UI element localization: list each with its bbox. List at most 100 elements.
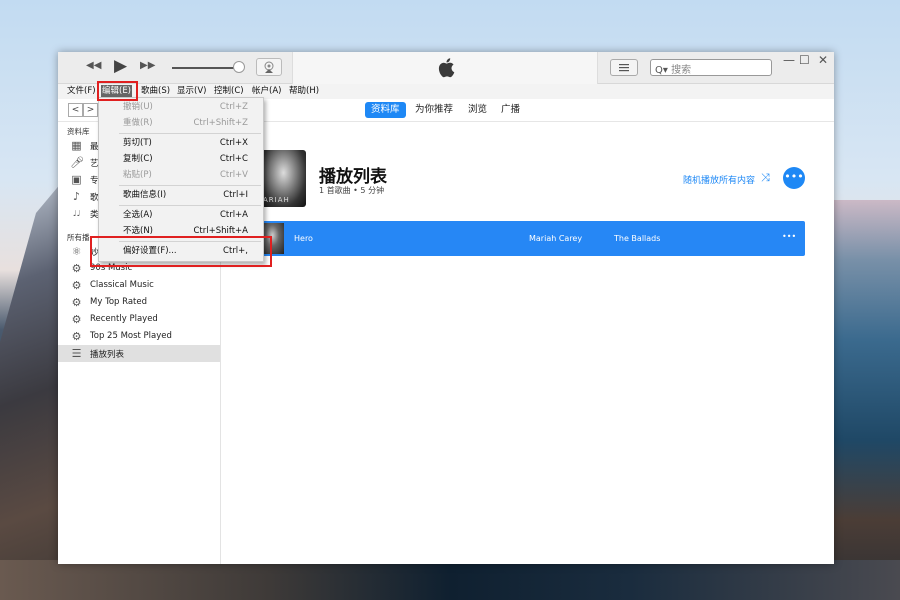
fast-forward-icon: ▶▶ [140, 60, 156, 71]
menu-item-shortcut: Ctrl+V [219, 170, 248, 180]
menu-item-label: 重做(R) [123, 118, 153, 128]
gear-icon: ⚙ [71, 313, 82, 326]
menu-item-label: 复制(C) [123, 154, 153, 164]
forward-button[interactable]: > [83, 103, 98, 117]
play-icon: ▶ [114, 56, 128, 76]
playlist-title: 播放列表 [319, 167, 387, 187]
playlist-view: ARIAH 播放列表 1 首歌曲 • 5 分钟 随机播放所有内容 ⤨ ••• H… [221, 122, 834, 564]
more-icon: ••• [784, 170, 804, 183]
genre-icon: ♩♩ [72, 209, 81, 218]
playlist-artwork: ARIAH [261, 150, 306, 207]
tab-browse[interactable]: 浏览 [462, 102, 493, 118]
menu-separator [119, 205, 261, 206]
song-more-button[interactable]: ••• [782, 232, 796, 241]
gear-icon: ⚙ [71, 330, 82, 343]
airplay-icon [264, 61, 274, 73]
song-artist: Mariah Carey [529, 234, 583, 243]
playlist-meta: 1 首歌曲 • 5 分钟 [319, 186, 385, 195]
gear-icon: ⚙ [71, 296, 82, 309]
sidebar-item-label: My Top Rated [90, 297, 147, 307]
sidebar-item-playlist[interactable]: ☰ 播放列表 [58, 345, 220, 362]
sidebar-item-label: Classical Music [90, 280, 154, 290]
menu-separator [119, 133, 261, 134]
menu-item-undo[interactable]: 撤销(U) Ctrl+Z [100, 99, 262, 115]
minimize-button[interactable]: — [783, 53, 795, 67]
menu-item-shortcut: Ctrl+Shift+Z [193, 118, 248, 128]
itunes-window: ◀◀ ▶ ▶▶ Q▾ 搜索 — ☐ ✕ 文件(F) 编辑(E) 歌曲(S) 显示… [58, 52, 834, 564]
menu-file[interactable]: 文件(F) [66, 85, 97, 98]
menu-item-label: 剪切(T) [123, 138, 152, 148]
menu-item-paste[interactable]: 粘贴(P) Ctrl+V [100, 167, 262, 183]
sidebar-item-label: 90s Music [90, 263, 133, 273]
menu-item-shortcut: Ctrl+C [219, 154, 248, 164]
menu-item-preferences[interactable]: 偏好设置(F)... Ctrl+, [100, 243, 262, 259]
maximize-button[interactable]: ☐ [799, 53, 810, 67]
shuffle-icon[interactable]: ⤨ [761, 171, 770, 185]
tab-radio[interactable]: 广播 [495, 102, 526, 118]
menu-item-label: 撤销(U) [123, 102, 153, 112]
menu-item-select-all[interactable]: 全选(A) Ctrl+A [100, 207, 262, 223]
next-track-button[interactable]: ▶▶ [140, 60, 155, 71]
playlist-icon: ☰ [71, 347, 82, 360]
menu-item-shortcut: Ctrl+Shift+A [193, 226, 248, 236]
sidebar-item-label: 播放列表 [90, 350, 125, 360]
previous-track-button[interactable]: ◀◀ [86, 60, 101, 71]
sidebar-item-recently-played[interactable]: ⚙ Recently Played [58, 311, 220, 328]
back-button[interactable]: < [68, 103, 83, 117]
sidebar-item-top-25-most-played[interactable]: ⚙ Top 25 Most Played [58, 328, 220, 345]
playlists-heading: 所有播 [67, 233, 90, 242]
sidebar-item-classical-music[interactable]: ⚙ Classical Music [58, 277, 220, 294]
sidebar-item-label: Recently Played [90, 314, 158, 324]
menu-item-cut[interactable]: 剪切(T) Ctrl+X [100, 135, 262, 151]
tab-for-you[interactable]: 为你推荐 [409, 102, 459, 118]
microphone-icon: 🎤︎ [70, 156, 84, 169]
airplay-button[interactable] [256, 58, 282, 76]
menu-item-shortcut: Ctrl+, [223, 246, 248, 256]
gear-icon: ⚙ [71, 262, 82, 275]
menu-item-shortcut: Ctrl+X [219, 138, 248, 148]
close-button[interactable]: ✕ [818, 53, 828, 67]
shuffle-all-button[interactable]: 随机播放所有内容 [683, 173, 755, 186]
menu-item-label: 粘贴(P) [123, 170, 152, 180]
chevron-right-icon: > [86, 105, 95, 115]
menu-help[interactable]: 帮助(H) [288, 85, 320, 98]
song-row[interactable]: Hero Mariah Carey The Ballads ••• [261, 221, 805, 256]
album-icon: ▣ [71, 173, 82, 186]
menu-separator [119, 241, 261, 242]
player-toolbar: ◀◀ ▶ ▶▶ Q▾ 搜索 — ☐ ✕ [58, 52, 834, 84]
sidebar-item-label: Top 25 Most Played [90, 331, 172, 341]
artwork-text: ARIAH [263, 196, 290, 204]
apple-logo-icon [438, 58, 455, 78]
song-title: Hero [294, 234, 313, 243]
grid-icon: ▦ [71, 139, 82, 152]
search-input[interactable]: Q▾ 搜索 [650, 59, 772, 76]
menu-item-label: 全选(A) [123, 210, 153, 220]
menu-item-select-none[interactable]: 不选(N) Ctrl+Shift+A [100, 223, 262, 239]
up-next-button[interactable] [610, 59, 638, 76]
menu-item-redo[interactable]: 重做(R) Ctrl+Shift+Z [100, 115, 262, 131]
rewind-icon: ◀◀ [86, 60, 102, 71]
menu-item-label: 偏好设置(F)... [123, 246, 177, 256]
volume-slider[interactable] [172, 67, 238, 69]
library-heading: 资料库 [67, 127, 90, 136]
play-button[interactable]: ▶ [114, 56, 127, 76]
menu-item-copy[interactable]: 复制(C) Ctrl+C [100, 151, 262, 167]
menu-item-shortcut: Ctrl+A [219, 210, 248, 220]
menu-item-label: 歌曲信息(I) [123, 190, 167, 200]
tab-library[interactable]: 资料库 [365, 102, 406, 118]
sidebar-item-my-top-rated[interactable]: ⚙ My Top Rated [58, 294, 220, 311]
list-icon [619, 64, 629, 72]
menu-item-label: 不选(N) [123, 226, 153, 236]
search-placeholder: 搜索 [671, 65, 692, 76]
menu-item-shortcut: Ctrl+I [223, 190, 248, 200]
edit-menu-dropdown: 撤销(U) Ctrl+Z 重做(R) Ctrl+Shift+Z 剪切(T) Ct… [98, 97, 264, 262]
sidebar-item-90s-music[interactable]: ⚙ 90s Music [58, 260, 220, 277]
desktop-wallpaper-bottom [0, 560, 900, 600]
now-playing-display [292, 52, 598, 84]
more-options-button[interactable]: ••• [783, 167, 805, 189]
chevron-left-icon: < [71, 105, 80, 115]
genius-icon: ⚛ [71, 245, 82, 258]
menu-item-song-info[interactable]: 歌曲信息(I) Ctrl+I [100, 187, 262, 203]
menu-separator [119, 185, 261, 186]
volume-slider-knob[interactable] [233, 61, 245, 73]
